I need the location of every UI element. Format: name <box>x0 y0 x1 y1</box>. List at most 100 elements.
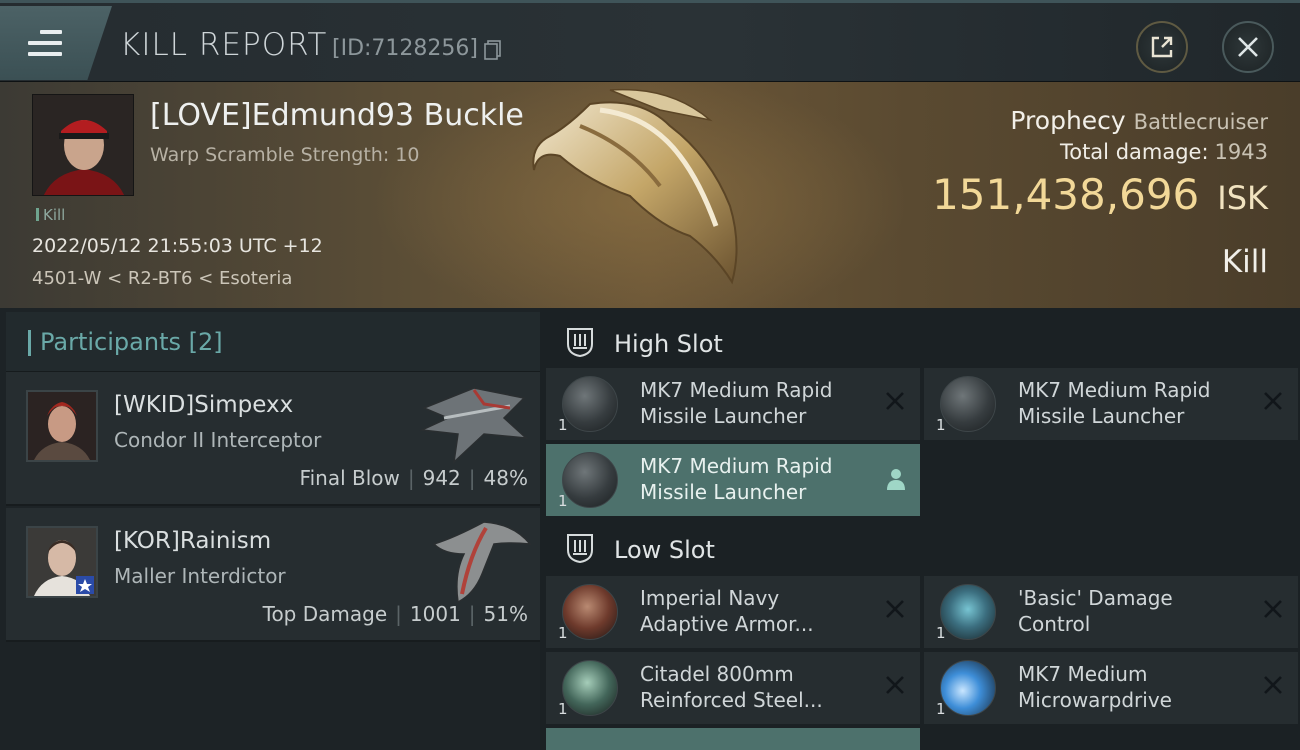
module-item[interactable]: 1 MK7 Medium Rapid Missile Launcher <box>924 368 1298 440</box>
separator: | <box>468 466 476 490</box>
total-damage-label: Total damage: <box>1059 140 1209 164</box>
module-quantity: 1 <box>558 492 568 510</box>
module-name-line1: MK7 Medium Rapid <box>640 378 833 402</box>
kill-result: Kill <box>1221 244 1268 280</box>
participant-card[interactable]: [KOR]Rainism Maller Interdictor Top Dama… <box>6 508 540 642</box>
pilot-portrait-icon <box>33 95 133 195</box>
participant-ship: Condor II Interceptor <box>114 428 322 452</box>
participants-panel: Participants [2] [WKID]Simpexx Condor II… <box>0 308 540 750</box>
participant-ship-render <box>432 521 532 604</box>
kill-location[interactable]: 4501-W < R2-BT6 < Esoteria <box>32 268 292 289</box>
share-button[interactable] <box>1136 21 1188 73</box>
module-name: MK7 Medium Rapid Missile Launcher <box>640 377 870 429</box>
participants-count: [2] <box>188 328 223 356</box>
module-item[interactable]: 1 Imperial Navy Adaptive Armor... <box>546 576 920 648</box>
low-slot-label: Low Slot <box>614 536 715 564</box>
high-slot-label: High Slot <box>614 330 723 358</box>
page-title: KILL REPORT <box>120 27 328 63</box>
isk-unit: ISK <box>1217 179 1268 217</box>
module-item[interactable]: 1 'Basic' Damage Control <box>924 576 1298 648</box>
participant-ship: Maller Interdictor <box>114 564 286 588</box>
damage-control-icon <box>940 584 996 640</box>
participant-percent: 48% <box>483 466 528 490</box>
module-name-line2: Microwarpdrive <box>1018 688 1172 712</box>
module-name-line1: MK7 Medium Rapid <box>640 454 833 478</box>
module-name: 'Basic' Damage Control <box>1018 585 1248 637</box>
destroyed-icon <box>1264 392 1282 410</box>
module-item-partial[interactable] <box>546 728 920 750</box>
module-item[interactable]: 1 MK7 Medium Microwarpdrive <box>924 652 1298 724</box>
fitting-panel: High Slot 1 MK7 Medium Rapid Missile Laun… <box>540 308 1300 750</box>
participant-percent: 51% <box>483 602 528 626</box>
armor-hardener-icon <box>562 584 618 640</box>
high-slot-header: High Slot <box>546 312 1300 372</box>
module-quantity: 1 <box>936 416 946 434</box>
destroyed-icon <box>1264 676 1282 694</box>
victim-ship-class: Battlecruiser <box>1133 110 1268 134</box>
isk-amount: 151,438,696 <box>932 170 1200 219</box>
person-icon <box>887 469 905 490</box>
destroyed-icon <box>886 392 904 410</box>
participant-name[interactable]: [WKID]Simpexx <box>114 392 293 418</box>
participants-title: Participants [2] <box>40 328 223 356</box>
victim-ship-render <box>532 88 738 285</box>
participant-role: Top Damage <box>262 602 388 626</box>
victim-summary: [LOVE]Edmund93 Buckle Warp Scramble Stre… <box>0 82 1300 308</box>
module-name-line2: Missile Launcher <box>1018 404 1185 428</box>
participant-card[interactable]: [WKID]Simpexx Condor II Interceptor Fina… <box>6 372 540 506</box>
warp-scramble-strength: Warp Scramble Strength: 10 <box>150 144 420 166</box>
module-name-line2: Reinforced Steel... <box>640 688 823 712</box>
close-button[interactable] <box>1222 21 1274 73</box>
module-item[interactable]: 1 MK7 Medium Rapid Missile Launcher <box>546 444 920 516</box>
victim-avatar[interactable] <box>32 94 134 196</box>
kill-datetime: 2022/05/12 21:55:03 UTC +12 <box>32 235 323 257</box>
module-quantity: 1 <box>558 700 568 718</box>
participant-damage: 1001 <box>409 602 461 626</box>
participant-avatar[interactable] <box>26 526 98 598</box>
participant-damage: 942 <box>422 466 461 490</box>
separator: | <box>407 466 415 490</box>
module-item[interactable]: 1 MK7 Medium Rapid Missile Launcher <box>546 368 920 440</box>
module-name-line2: Adaptive Armor... <box>640 612 814 636</box>
microwarpdrive-icon <box>940 660 996 716</box>
module-name-line2: Missile Launcher <box>640 404 807 428</box>
module-name-line1: MK7 Medium <box>1018 662 1148 686</box>
module-name-line1: 'Basic' Damage <box>1018 586 1173 610</box>
participant-name[interactable]: [KOR]Rainism <box>114 528 271 554</box>
victim-ship-info[interactable]: Prophecy Battlecruiser <box>1010 106 1268 135</box>
participant-avatar[interactable] <box>26 390 98 462</box>
section-accent-bar <box>28 330 31 356</box>
menu-button[interactable] <box>0 6 112 80</box>
separator: | <box>395 602 402 626</box>
participant-stats: Top Damage | 1001 | 51% <box>263 602 528 626</box>
module-name: MK7 Medium Rapid Missile Launcher <box>1018 377 1248 429</box>
share-external-icon <box>1151 36 1173 58</box>
module-name: Citadel 800mm Reinforced Steel... <box>640 661 870 713</box>
module-name: MK7 Medium Rapid Missile Launcher <box>640 453 870 505</box>
low-slot-icon <box>567 534 593 564</box>
participants-header: Participants [2] <box>6 312 540 372</box>
destroyed-icon <box>1264 600 1282 618</box>
close-icon <box>1238 37 1258 57</box>
top-bar: KILL REPORT [ID:7128256] <box>0 0 1300 82</box>
victim-ship-name: Prophecy <box>1010 106 1126 135</box>
participant-ship-render <box>419 387 529 464</box>
module-quantity: 1 <box>936 700 946 718</box>
module-item[interactable]: 1 Citadel 800mm Reinforced Steel... <box>546 652 920 724</box>
victim-pilot-name[interactable]: [LOVE]Edmund93 Buckle <box>150 98 524 133</box>
pilot-portrait-icon <box>28 392 96 460</box>
hamburger-menu-icon <box>28 30 62 56</box>
total-damage: Total damage: 1943 <box>1060 140 1268 164</box>
destroyed-icon <box>886 676 904 694</box>
module-name-line1: Citadel 800mm <box>640 662 794 686</box>
missile-launcher-icon <box>562 376 618 432</box>
armor-plate-icon <box>562 660 618 716</box>
missile-launcher-icon <box>562 452 618 508</box>
module-name-line2: Missile Launcher <box>640 480 807 504</box>
pilot-portrait-icon <box>28 528 96 596</box>
copy-icon[interactable] <box>484 40 502 60</box>
high-slot-icon <box>567 328 593 358</box>
kill-tag: Kill <box>36 206 65 224</box>
participant-role: Final Blow <box>299 466 400 490</box>
module-name-line1: MK7 Medium Rapid <box>1018 378 1211 402</box>
